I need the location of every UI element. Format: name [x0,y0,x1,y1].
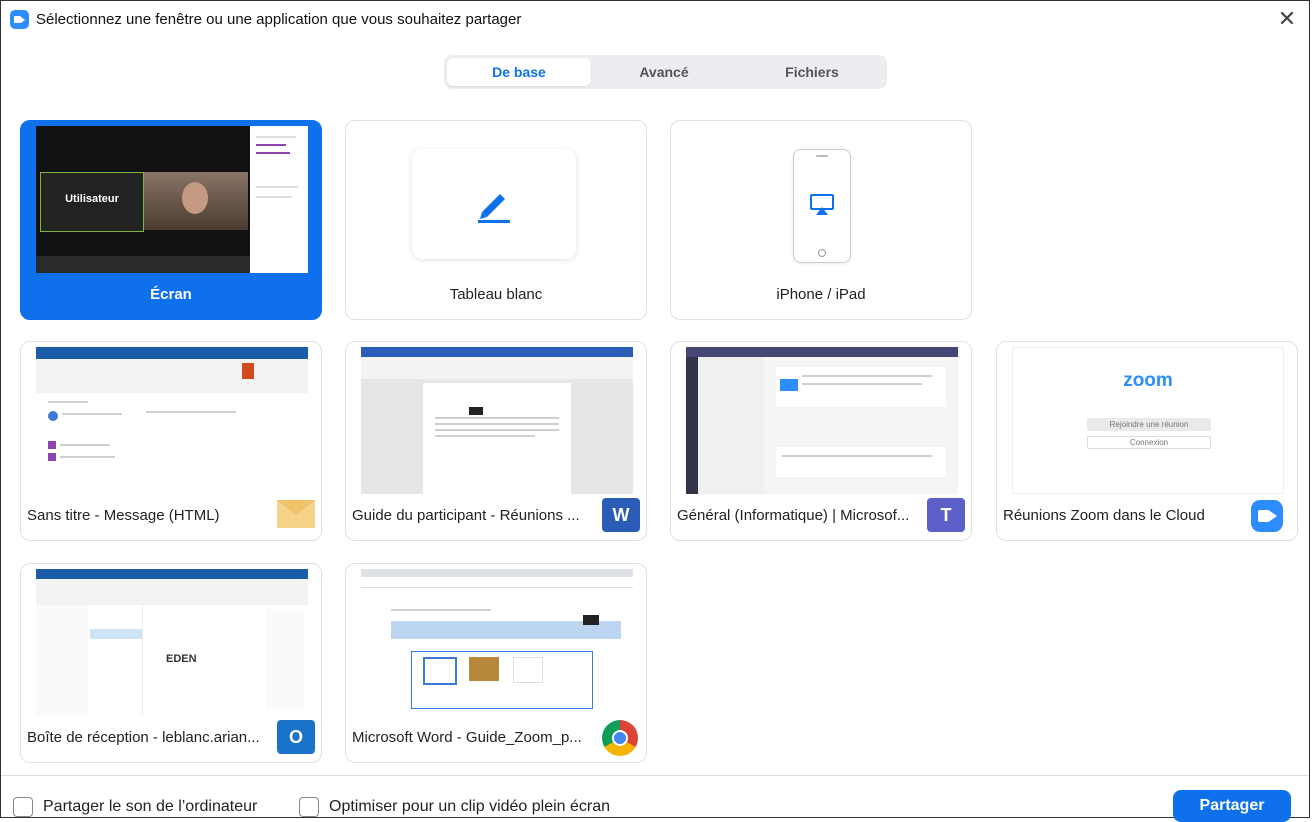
share-screen-dialog: Sélectionnez une fenêtre ou une applicat… [0,0,1310,822]
pencil-icon [478,194,510,223]
word-icon: W [602,498,640,532]
zoom-join-button: Rejoindre une réunion [1087,418,1211,431]
whiteboard-frame [412,149,576,259]
share-window-word-guide-label: Guide du participant - Réunions ... [352,507,580,524]
share-window-teams[interactable]: Général (Informatique) | Microsof... T [670,341,972,541]
video-tile-participant [144,172,248,230]
share-window-chrome-word[interactable]: Microsoft Word - Guide_Zoom_p... [345,563,647,763]
chrome-icon [602,720,638,756]
tab-fichiers[interactable]: Fichiers [740,58,884,86]
dialog-title: Sélectionnez une fenêtre ou une applicat… [36,11,522,28]
share-window-zoom-cloud[interactable]: zoom Rejoindre une réunion Connexion Réu… [996,341,1298,541]
video-tile-user-name: Utilisateur [65,193,119,205]
phone-frame [793,149,851,263]
optimize-video-checkbox[interactable] [299,797,319,817]
dialog-footer: Partager le son de l’ordinateur Optimise… [1,775,1309,822]
mail-icon [277,500,315,528]
zoom-logo: zoom [1123,370,1173,391]
screen-thumbnail: Utilisateur [36,126,308,273]
share-option-iphone-label: iPhone / iPad [776,286,866,303]
zoom-connect-button: Connexion [1087,436,1211,449]
share-window-teams-label: Général (Informatique) | Microsof... [677,507,910,524]
share-option-whiteboard[interactable]: Tableau blanc [345,120,647,320]
zoom-join-label: Rejoindre une réunion [1109,420,1189,429]
share-option-whiteboard-label: Tableau blanc [449,286,543,303]
share-window-outlook-inbox-label: Boîte de réception - leblanc.arian... [27,729,260,746]
share-window-chrome-word-label: Microsoft Word - Guide_Zoom_p... [352,729,582,746]
share-sound-label: Partager le son de l’ordinateur [43,798,258,815]
teams-thumbnail [686,347,958,494]
share-option-screen[interactable]: Utilisateur Écran [20,120,322,320]
zoom-app-icon [10,10,29,29]
close-icon[interactable]: ✕ [1275,7,1299,31]
teams-icon: T [927,498,965,532]
title-bar: Sélectionnez une fenêtre ou une applicat… [1,1,1309,39]
optimize-video-label: Optimiser pour un clip vidéo plein écran [329,798,611,815]
share-window-outlook-message-label: Sans titre - Message (HTML) [27,507,220,524]
word-guide-thumbnail [361,347,633,494]
outlook-inbox-thumbnail: EDEN [36,569,308,716]
share-window-outlook-inbox[interactable]: EDEN Boîte de réception - leblanc.arian.… [20,563,322,763]
zoom-icon [1251,500,1283,532]
tab-avance[interactable]: Avancé [592,58,736,86]
share-window-word-guide[interactable]: Guide du participant - Réunions ... W [345,341,647,541]
chrome-word-thumbnail [361,569,633,716]
video-tile-user: Utilisateur [40,172,144,232]
participants-panel [250,126,308,273]
outlook-icon: O [277,720,315,754]
share-button[interactable]: Partager [1173,790,1291,822]
share-option-screen-label: Écran [150,286,192,303]
share-window-outlook-message[interactable]: Sans titre - Message (HTML) [20,341,322,541]
airplay-icon [810,194,834,215]
zoom-cloud-thumbnail: zoom Rejoindre une réunion Connexion [1012,347,1284,494]
share-option-iphone[interactable]: iPhone / iPad [670,120,972,320]
eden-logo: EDEN [166,653,197,665]
outlook-message-thumbnail [36,347,308,494]
zoom-connect-label: Connexion [1129,438,1169,447]
share-sound-checkbox[interactable] [13,797,33,817]
tab-de-base[interactable]: De base [447,58,591,86]
tab-bar: De base Avancé Fichiers [444,55,887,89]
